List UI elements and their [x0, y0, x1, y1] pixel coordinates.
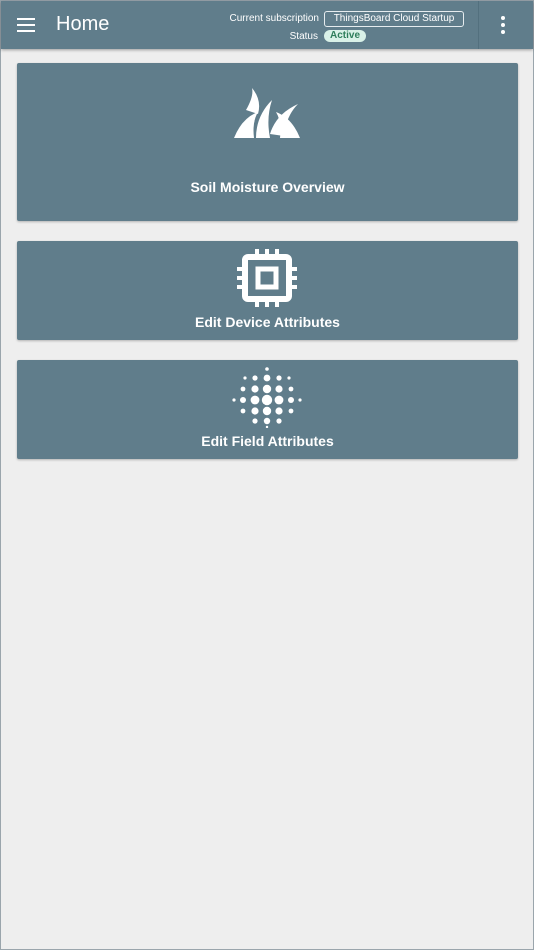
dots-radial-icon — [232, 367, 302, 428]
soil-moisture-overview-card[interactable]: Soil Moisture Overview — [17, 63, 518, 221]
card-label: Edit Device Attributes — [195, 314, 340, 330]
card-label: Edit Field Attributes — [201, 433, 334, 449]
page-title: Home — [56, 13, 110, 35]
app-frame: Home Current subscription ThingsBoard Cl… — [0, 0, 534, 950]
edit-field-attributes-card[interactable]: Edit Field Attributes — [17, 360, 518, 459]
toolbar-divider — [478, 1, 479, 49]
subscription-label: Current subscription — [229, 13, 319, 24]
top-toolbar: Home Current subscription ThingsBoard Cl… — [1, 1, 533, 49]
more-vert-icon[interactable] — [491, 15, 515, 37]
menu-icon[interactable] — [13, 13, 39, 37]
chip-icon — [237, 249, 297, 307]
card-label: Soil Moisture Overview — [190, 179, 345, 195]
grass-icon — [234, 88, 300, 138]
subscription-chip[interactable]: ThingsBoard Cloud Startup — [324, 11, 464, 27]
status-label: Status — [289, 31, 318, 42]
edit-device-attributes-card[interactable]: Edit Device Attributes — [17, 241, 518, 340]
status-badge: Active — [324, 30, 366, 42]
